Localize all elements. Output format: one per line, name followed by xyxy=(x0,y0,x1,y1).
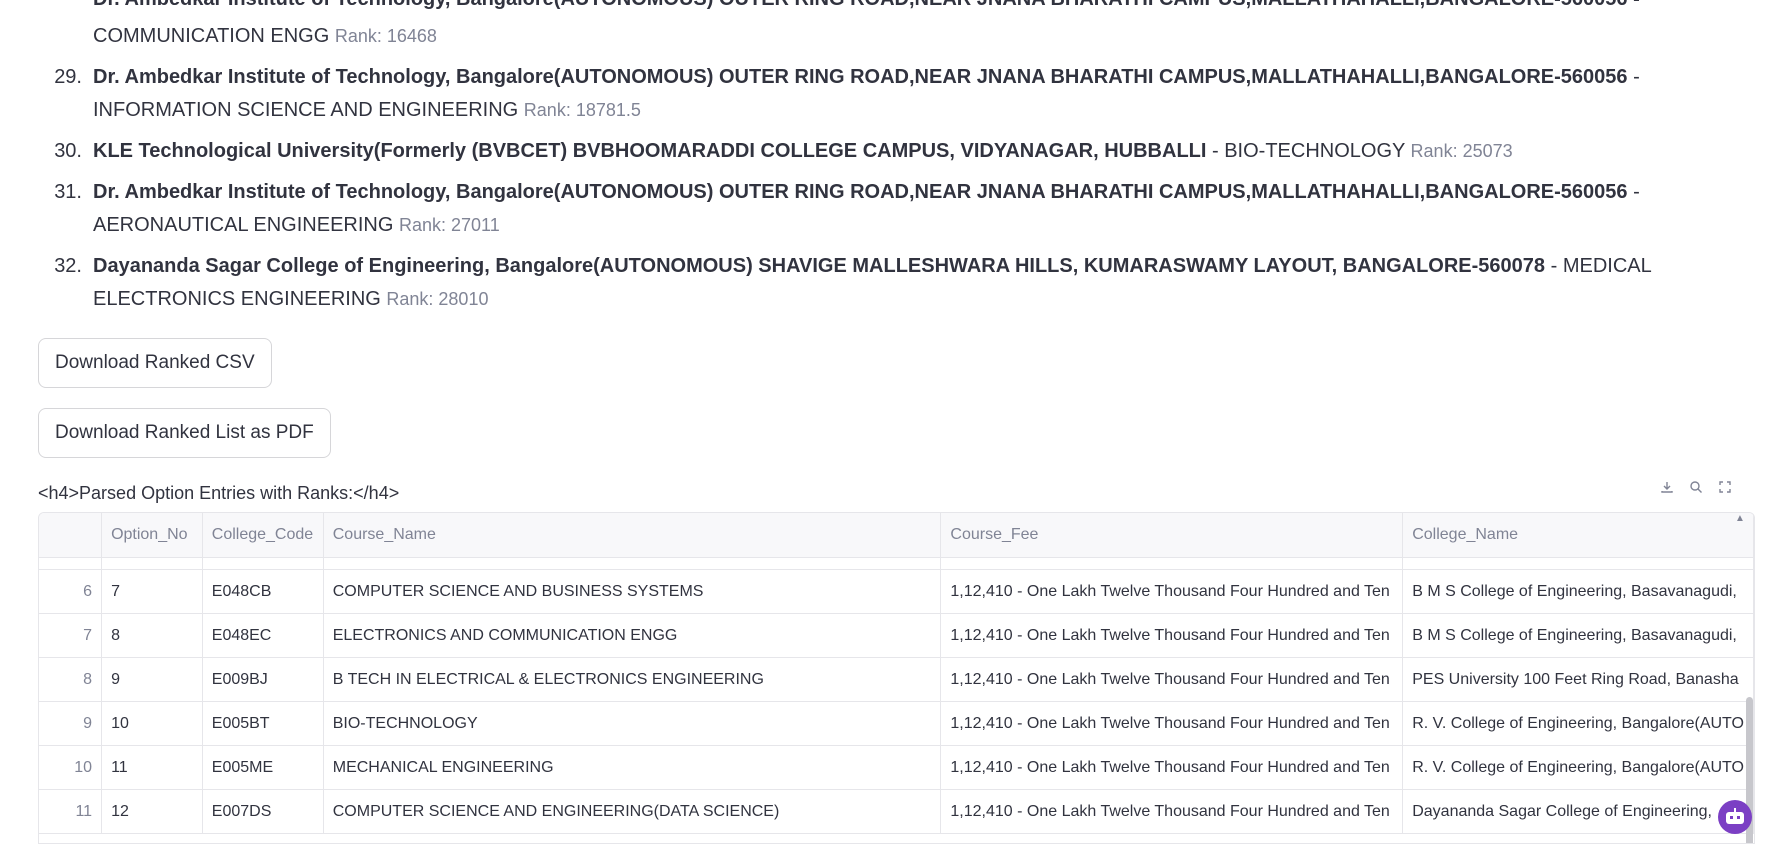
ranked-item-number: 29. xyxy=(54,66,82,88)
cell-course-fee[interactable]: 1,12,410 - One Lakh Twelve Thousand Four… xyxy=(940,745,1404,790)
cell-option-no[interactable]: 12 xyxy=(101,789,203,834)
cell-college-code[interactable]: E005BT xyxy=(202,701,324,746)
cell-college-name[interactable]: B M S College of Engineering, Basavanagu… xyxy=(1402,613,1754,658)
ranked-item-college: Dr. Ambedkar Institute of Technology, Ba… xyxy=(93,66,1628,88)
ranked-item-number: 30. xyxy=(54,140,82,162)
ranked-item-rank: Rank: 27011 xyxy=(398,215,500,235)
cell-course-name[interactable]: MECHANICAL ENGINEERING xyxy=(323,745,942,790)
column-header-index[interactable] xyxy=(39,513,103,558)
table-row[interactable]: 9 10 E005BT BIO-TECHNOLOGY 1,12,410 - On… xyxy=(39,701,1754,746)
ranked-item-college: Dr. Ambedkar Institute of Technology, Ba… xyxy=(93,181,1628,203)
ranked-item: 31. Dr. Ambedkar Institute of Technology… xyxy=(38,176,1738,242)
ranked-list: COMMUNICATION ENGG Rank: 16468 29. Dr. A… xyxy=(38,20,1738,324)
ranked-item-rank: Rank: 18781.5 xyxy=(523,100,641,120)
cell-course-fee[interactable]: 1,12,410 - One Lakh Twelve Thousand Four… xyxy=(940,789,1404,834)
cell-course-name[interactable]: B TECH IN ELECTRICAL & ELECTRONICS ENGIN… xyxy=(323,657,942,702)
scroll-up-icon[interactable]: ▲ xyxy=(1735,513,1745,524)
cell-college-code[interactable]: E007DS xyxy=(202,789,324,834)
table-header-row: Option_No College_Code Course_Name Cours… xyxy=(39,513,1754,558)
ranked-item: 30. KLE Technological University(Formerl… xyxy=(38,135,1738,168)
ranked-item-course: COMMUNICATION ENGG xyxy=(93,25,330,47)
ranked-item-college: KLE Technological University(Formerly (B… xyxy=(93,140,1207,162)
column-header-college-code[interactable]: College_Code xyxy=(202,513,324,558)
row-index: 11 xyxy=(39,789,103,834)
cell-option-no[interactable]: 9 xyxy=(101,657,203,702)
download-pdf-button[interactable]: Download Ranked List as PDF xyxy=(38,408,331,458)
vertical-scrollbar[interactable] xyxy=(1744,557,1754,843)
cell-college-name[interactable]: PES University 100 Feet Ring Road, Banas… xyxy=(1402,657,1754,702)
table: Option_No College_Code Course_Name Cours… xyxy=(39,513,1754,834)
cell-college-name[interactable]: R. V. College of Engineering, Bangalore(… xyxy=(1402,701,1754,746)
section-subheading: <h4>Parsed Option Entries with Ranks:</h… xyxy=(38,483,400,503)
column-header-college-name[interactable]: College_Name xyxy=(1402,513,1754,558)
cell-course-fee[interactable]: 1,12,410 - One Lakh Twelve Thousand Four… xyxy=(940,657,1404,702)
row-index: 9 xyxy=(39,701,103,746)
cell-option-no[interactable]: 7 xyxy=(101,569,203,614)
ranked-item-rank: Rank: 25073 xyxy=(1410,141,1513,161)
cell-college-name[interactable]: R. V. College of Engineering, Bangalore(… xyxy=(1402,745,1754,790)
cell-course-fee[interactable]: 1,12,410 - One Lakh Twelve Thousand Four… xyxy=(940,569,1404,614)
table-row[interactable]: 10 11 E005ME MECHANICAL ENGINEERING 1,12… xyxy=(39,745,1754,790)
table-row[interactable]: 11 12 E007DS COMPUTER SCIENCE AND ENGINE… xyxy=(39,789,1754,834)
cell-college-code[interactable]: E005ME xyxy=(202,745,324,790)
column-header-course-name[interactable]: Course_Name xyxy=(323,513,942,558)
ranked-item-rank: Rank: 28010 xyxy=(386,289,489,309)
cell-option-no[interactable]: 10 xyxy=(101,701,203,746)
download-icon[interactable] xyxy=(1660,480,1674,494)
row-index: 10 xyxy=(39,745,103,790)
cell-course-name[interactable]: BIO-TECHNOLOGY xyxy=(323,701,942,746)
row-index: 7 xyxy=(39,613,103,658)
table-row[interactable]: 8 9 E009BJ B TECH IN ELECTRICAL & ELECTR… xyxy=(39,657,1754,702)
ranked-item-course: - BIO-TECHNOLOGY xyxy=(1206,140,1405,162)
cell-course-name[interactable]: ELECTRONICS AND COMMUNICATION ENGG xyxy=(323,613,942,658)
cell-option-no[interactable]: 11 xyxy=(101,745,203,790)
table-row[interactable]: 7 8 E048EC ELECTRONICS AND COMMUNICATION… xyxy=(39,613,1754,658)
cell-course-fee[interactable]: 1,12,410 - One Lakh Twelve Thousand Four… xyxy=(940,701,1404,746)
ranked-item-rank: Rank: 16468 xyxy=(334,26,437,46)
table-toolbar xyxy=(1652,472,1740,502)
cell-option-no[interactable]: 8 xyxy=(101,613,203,658)
cell-college-name[interactable]: B M S College of Engineering, Basavanagu… xyxy=(1402,569,1754,614)
ranked-item: 29. Dr. Ambedkar Institute of Technology… xyxy=(38,61,1738,127)
cell-college-name[interactable]: Dayananda Sagar College of Engineering, xyxy=(1402,789,1754,834)
assistant-bot-icon[interactable] xyxy=(1718,800,1752,834)
ranked-item-fragment: Dr. Ambedkar Institute of Technology, Ba… xyxy=(93,0,1640,16)
search-icon[interactable] xyxy=(1689,480,1703,494)
data-table[interactable]: Option_No College_Code Course_Name Cours… xyxy=(38,512,1755,844)
ranked-item: 32. Dayananda Sagar College of Engineeri… xyxy=(38,250,1738,316)
ranked-item-number: 31. xyxy=(54,181,82,203)
cell-course-name[interactable]: COMPUTER SCIENCE AND BUSINESS SYSTEMS xyxy=(323,569,942,614)
cell-college-code[interactable]: E009BJ xyxy=(202,657,324,702)
cell-college-code[interactable]: E048EC xyxy=(202,613,324,658)
table-row-partial xyxy=(39,557,1754,570)
fullscreen-icon[interactable] xyxy=(1718,480,1732,494)
cell-course-fee[interactable]: 1,12,410 - One Lakh Twelve Thousand Four… xyxy=(940,613,1404,658)
column-header-option-no[interactable]: Option_No xyxy=(101,513,203,558)
row-index: 6 xyxy=(39,569,103,614)
table-row[interactable]: 6 7 E048CB COMPUTER SCIENCE AND BUSINESS… xyxy=(39,569,1754,614)
ranked-item: COMMUNICATION ENGG Rank: 16468 xyxy=(38,20,1738,53)
cell-college-code[interactable]: E048CB xyxy=(202,569,324,614)
ranked-item-number: 32. xyxy=(54,255,82,277)
download-csv-button[interactable]: Download Ranked CSV xyxy=(38,338,272,388)
column-header-course-fee[interactable]: Course_Fee xyxy=(940,513,1404,558)
ranked-item-college: Dayananda Sagar College of Engineering, … xyxy=(93,255,1546,277)
row-index: 8 xyxy=(39,657,103,702)
cell-course-name[interactable]: COMPUTER SCIENCE AND ENGINEERING(DATA SC… xyxy=(323,789,942,834)
